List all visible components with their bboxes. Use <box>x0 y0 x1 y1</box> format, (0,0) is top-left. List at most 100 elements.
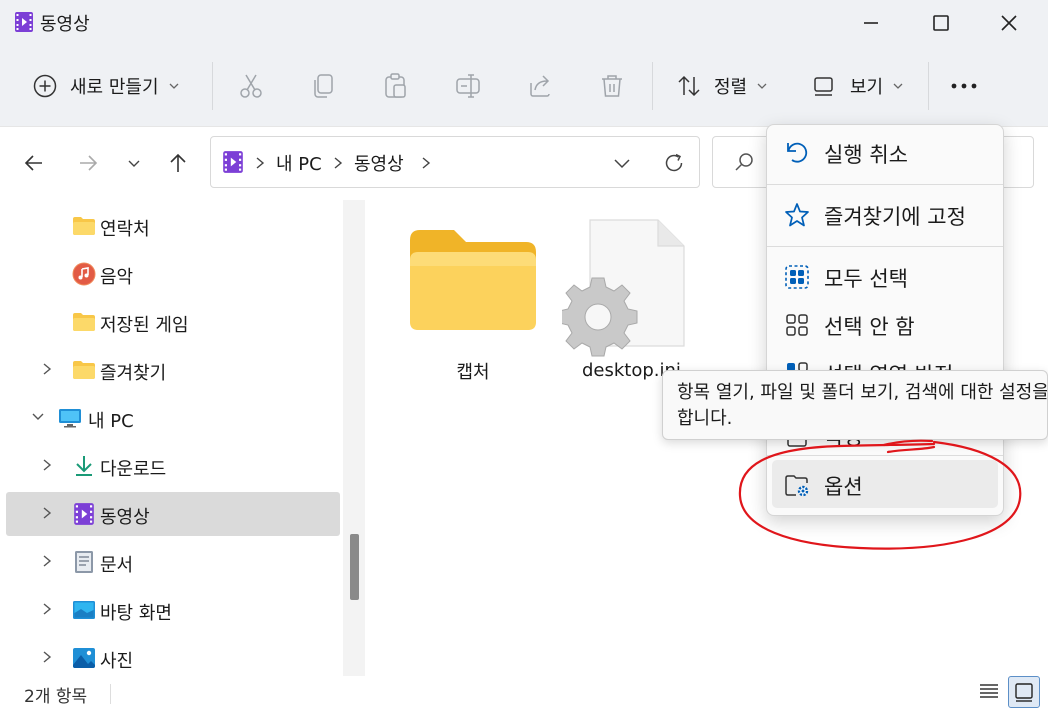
sidebar-item-music[interactable]: 음악 <box>6 252 340 296</box>
menu-separator <box>767 246 1003 247</box>
delete-icon <box>602 75 622 97</box>
menu-item-undo[interactable]: 실행 취소 <box>772 128 998 176</box>
chevron-right-icon[interactable] <box>40 649 54 665</box>
file-item-label: 캡처 <box>456 362 490 383</box>
new-button[interactable]: 새로 만들기 <box>32 60 192 112</box>
settings-file-icon <box>562 219 685 357</box>
recent-locations-button[interactable] <box>116 146 152 180</box>
sidebar-item-videos[interactable]: 동영상 <box>6 492 340 536</box>
chevron-right-icon[interactable] <box>40 505 54 521</box>
chevron-right-icon[interactable] <box>40 457 54 473</box>
sort-button[interactable]: 정렬 <box>676 60 776 112</box>
menu-item-options[interactable]: 옵션 <box>772 460 998 508</box>
breadcrumb-item[interactable]: 동영상 <box>354 150 404 176</box>
sidebar-item-label: 다운로드 <box>100 459 167 480</box>
sidebar-item-desktop[interactable]: 바탕 화면 <box>6 588 340 632</box>
more-icon <box>951 83 977 89</box>
file-item-capture-folder[interactable]: 캡처 <box>400 220 550 390</box>
sidebar-scrollbar-thumb[interactable] <box>350 534 359 600</box>
sidebar-item-label: 바탕 화면 <box>100 603 172 624</box>
paste-button[interactable] <box>384 60 410 112</box>
view-button[interactable]: 보기 <box>812 60 912 112</box>
select-all-icon <box>785 265 809 289</box>
delete-button[interactable] <box>599 60 625 112</box>
plus-circle-icon <box>33 74 57 98</box>
breadcrumb-chevron-icon <box>256 157 265 169</box>
chevron-right-icon[interactable] <box>40 553 54 569</box>
breadcrumb-item[interactable]: 내 PC <box>276 150 322 176</box>
search-icon <box>735 153 753 171</box>
sidebar-item-contacts[interactable]: 연락처 <box>6 204 340 248</box>
menu-separator <box>767 184 1003 185</box>
music-icon <box>72 262 96 286</box>
cut-icon <box>240 74 262 98</box>
sidebar-item-label: 동영상 <box>100 507 150 528</box>
details-view-button[interactable] <box>976 678 1002 704</box>
copy-button[interactable] <box>312 60 338 112</box>
chevron-down-icon <box>757 83 767 89</box>
sidebar-item-label: 문서 <box>100 555 134 576</box>
toolbar-separator <box>652 62 653 110</box>
minimize-icon <box>864 22 878 24</box>
sidebar-item-label: 음악 <box>100 267 134 288</box>
chevron-down-icon <box>893 83 903 89</box>
sidebar-item-downloads[interactable]: 다운로드 <box>6 444 340 488</box>
menu-item-label: 실행 취소 <box>824 143 908 167</box>
window-title: 동영상 <box>40 14 90 35</box>
toolbar-separator <box>212 62 213 110</box>
minimize-button[interactable] <box>848 0 894 46</box>
large-icons-view-icon <box>1015 683 1033 702</box>
new-button-label: 새로 만들기 <box>70 77 159 98</box>
folder-icon <box>73 313 95 331</box>
large-icons-view-button[interactable] <box>1008 676 1040 708</box>
sidebar-item-documents[interactable]: 문서 <box>6 540 340 584</box>
arrow-left-icon <box>24 155 42 171</box>
up-button[interactable] <box>160 146 196 180</box>
sort-icon <box>678 75 700 97</box>
file-item-desktop-ini[interactable]: desktop.ini <box>562 218 702 390</box>
documents-icon <box>75 551 93 573</box>
refresh-button[interactable] <box>656 146 692 180</box>
chevron-down-icon <box>169 83 178 89</box>
computer-icon <box>59 409 81 428</box>
menu-item-select-all[interactable]: 모두 선택 <box>772 252 998 300</box>
star-icon <box>785 203 809 227</box>
sidebar-item-this-pc[interactable]: 내 PC <box>6 396 340 440</box>
cut-button[interactable] <box>238 60 266 112</box>
rename-button[interactable] <box>455 60 483 112</box>
sidebar-item-pictures[interactable]: 사진 <box>6 636 340 680</box>
refresh-icon <box>665 153 683 172</box>
maximize-icon <box>933 15 949 31</box>
back-button[interactable] <box>16 146 52 180</box>
chevron-down-icon[interactable] <box>30 410 46 424</box>
undo-icon <box>787 142 808 163</box>
sidebar-item-saved-games[interactable]: 저장된 게임 <box>6 300 340 344</box>
chevron-right-icon[interactable] <box>40 361 54 377</box>
view-button-label: 보기 <box>850 77 884 98</box>
share-button[interactable] <box>527 60 555 112</box>
menu-item-label: 선택 안 함 <box>824 315 915 339</box>
item-count: 2개 항목 <box>24 687 88 707</box>
sidebar-item-label: 즐겨찾기 <box>100 363 167 384</box>
close-button[interactable] <box>986 0 1032 46</box>
copy-icon <box>314 74 333 98</box>
tooltip-text: 항목 열기, 파일 및 폴더 보기, 검색에 대한 설정을 변경 <box>677 382 1048 403</box>
sidebar-scrollbar[interactable] <box>343 200 365 676</box>
sidebar-item-favorites[interactable]: 즐겨찾기 <box>6 348 340 392</box>
maximize-button[interactable] <box>918 0 964 46</box>
forward-button[interactable] <box>70 146 106 180</box>
sidebar-item-label: 연락처 <box>100 219 150 240</box>
chevron-right-icon[interactable] <box>40 601 54 617</box>
video-folder-icon <box>223 151 243 173</box>
folder-icon <box>410 230 536 330</box>
address-history-button[interactable] <box>604 146 640 180</box>
sort-button-label: 정렬 <box>714 77 748 98</box>
menu-item-pin-favorites[interactable]: 즐겨찾기에 고정 <box>772 190 998 238</box>
tooltip-text: 합니다. <box>677 408 733 429</box>
menu-separator <box>767 455 1003 456</box>
menu-item-select-none[interactable]: 선택 안 함 <box>772 300 998 348</box>
view-icon <box>814 77 833 96</box>
sidebar-item-label: 사진 <box>100 651 134 672</box>
more-button[interactable] <box>950 60 980 112</box>
video-folder-icon <box>74 503 94 525</box>
